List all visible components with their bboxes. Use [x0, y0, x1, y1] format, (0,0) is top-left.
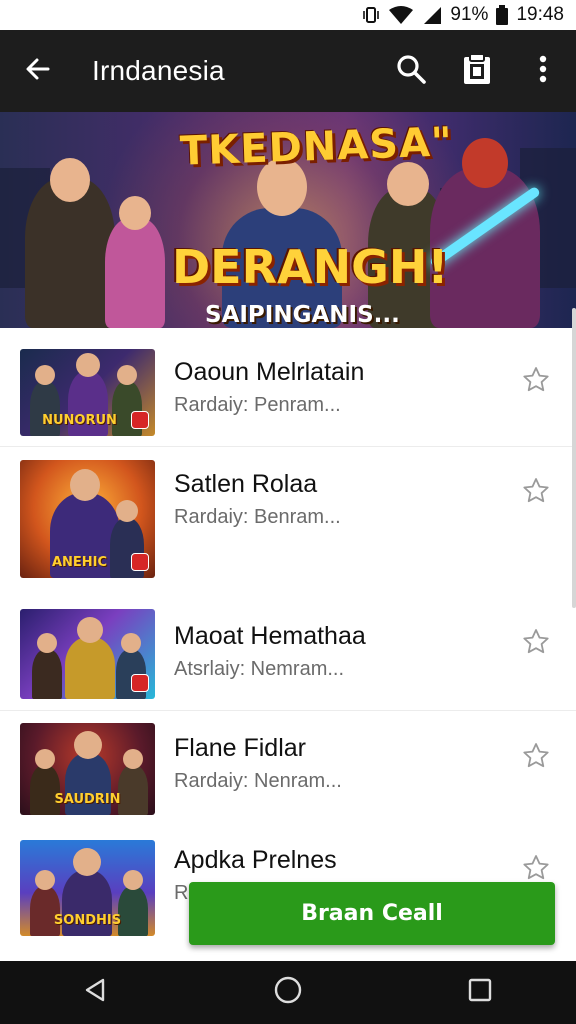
list-item[interactable]: NUNORUN Oaoun Melrlatain Rardaiy: Penram… [0, 346, 576, 446]
promo-banner[interactable]: TKEDNASA" DERANGH! SAIPINGANIS... [0, 112, 576, 328]
thumb-caption: SONDHIS [53, 913, 122, 928]
clipboard-button[interactable] [444, 30, 510, 112]
star-icon[interactable] [522, 366, 550, 394]
battery-icon [496, 5, 509, 25]
app-badge-icon [131, 674, 149, 692]
circle-home-icon [274, 976, 302, 1009]
list-item[interactable]: SAUDRIN Flane Fidlar Rardaiy: Nenram... [0, 722, 576, 822]
app-badge-icon [131, 411, 149, 429]
cta-button[interactable]: Braan Ceall [189, 882, 555, 945]
square-recents-icon [467, 977, 493, 1008]
wifi-icon [388, 5, 414, 25]
game-thumbnail: SONDHIS [20, 840, 155, 936]
star-icon[interactable] [522, 628, 550, 656]
banner-character [25, 158, 115, 328]
list-item[interactable]: Maoat Hemathaa Atsrlaiy: Nemram... [0, 608, 576, 708]
item-subtitle: R [174, 882, 189, 904]
star-icon[interactable] [522, 742, 550, 770]
divider [0, 710, 576, 711]
clipboard-icon [462, 52, 492, 90]
thumb-caption: NUNORUN [42, 413, 117, 428]
battery-percent: 91% [450, 4, 489, 25]
item-subtitle: Rardaiy: Penram... [174, 394, 341, 416]
game-thumbnail: ANEHIC [20, 460, 155, 578]
thumb-caption: SAUDRIN [54, 792, 121, 807]
overflow-menu-icon [539, 55, 547, 88]
banner-title: TKEDNASA" [179, 119, 454, 175]
back-arrow-icon [24, 55, 52, 88]
nav-home-button[interactable] [258, 963, 318, 1023]
item-title: Satlen Rolaa [174, 470, 318, 498]
star-icon[interactable] [522, 477, 550, 505]
list-item[interactable]: ANEHIC Satlen Rolaa Rardaiy: Benram... [0, 460, 576, 580]
system-nav-bar [0, 961, 576, 1024]
thumb-caption: ANEHIC [51, 555, 108, 570]
app-bar: Irndanesia [0, 30, 576, 112]
banner-subheadline: SAIPINGANIS... [205, 302, 400, 328]
item-title: Oaoun Melrlatain [174, 358, 365, 386]
page-title: Irndanesia [92, 55, 225, 86]
vibrate-icon [362, 5, 380, 25]
signal-icon [422, 5, 442, 25]
item-subtitle: Rardaiy: Benram... [174, 506, 341, 528]
search-icon [395, 53, 427, 90]
game-list: NUNORUN Oaoun Melrlatain Rardaiy: Penram… [0, 328, 576, 961]
overflow-menu-button[interactable] [510, 30, 576, 112]
banner-headline: DERANGH! [172, 240, 449, 294]
divider [0, 446, 576, 447]
scrollbar[interactable] [572, 308, 576, 608]
item-title: Maoat Hemathaa [174, 622, 366, 650]
banner-character [105, 196, 165, 328]
item-subtitle: Rardaiy: Nenram... [174, 770, 342, 792]
search-button[interactable] [378, 30, 444, 112]
back-button[interactable] [0, 30, 76, 112]
item-title: Flane Fidlar [174, 734, 306, 762]
item-subtitle: Atsrlaiy: Nemram... [174, 658, 345, 680]
status-bar: 91% 19:48 [0, 0, 576, 30]
star-icon[interactable] [522, 854, 550, 882]
game-thumbnail [20, 609, 155, 699]
game-thumbnail: SAUDRIN [20, 723, 155, 815]
app-badge-icon [131, 553, 149, 571]
item-title: Apdka Prelnes [174, 846, 337, 874]
clock: 19:48 [516, 4, 564, 25]
triangle-back-icon [83, 977, 109, 1008]
nav-recents-button[interactable] [450, 963, 510, 1023]
nav-back-button[interactable] [66, 963, 126, 1023]
game-thumbnail: NUNORUN [20, 349, 155, 436]
